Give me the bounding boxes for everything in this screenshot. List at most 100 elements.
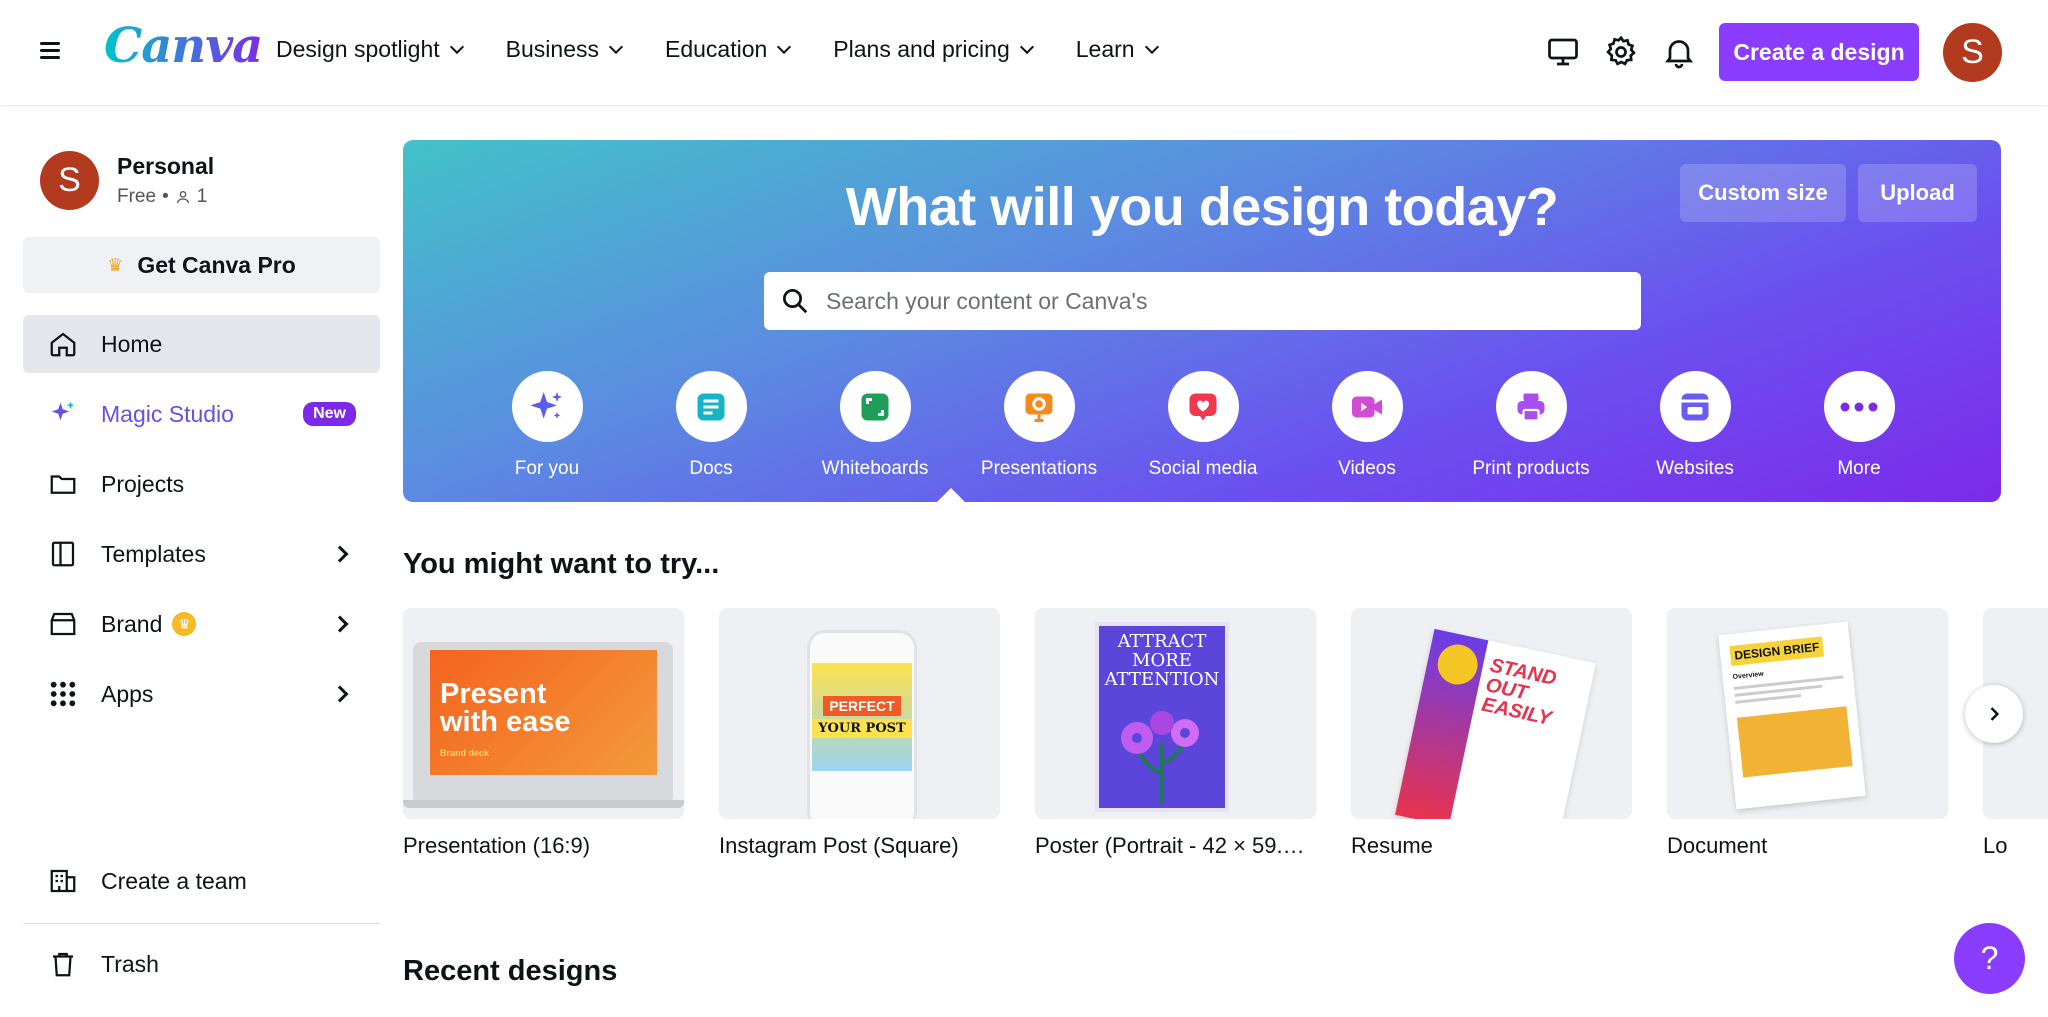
create-design-button[interactable]: Create a design: [1719, 23, 1919, 81]
trash-button[interactable]: Trash: [23, 935, 380, 993]
bell-icon[interactable]: [1661, 34, 1697, 70]
category-more[interactable]: More: [1789, 371, 1929, 480]
art-text: ATTRACT: [1117, 631, 1207, 652]
home-icon: [47, 328, 79, 360]
account-plan-info: Free • 1: [117, 186, 214, 208]
category-whiteboards[interactable]: Whiteboards: [805, 371, 945, 480]
sparkle-icon: [47, 398, 79, 430]
template-card-instagram-post[interactable]: PERFECT YOUR POST Instagram Post (Square…: [719, 608, 1000, 859]
sidebar-item-magic-studio[interactable]: Magic Studio New: [23, 385, 380, 443]
desktop-app-icon[interactable]: [1545, 34, 1581, 70]
category-label: Websites: [1656, 458, 1734, 479]
hero-banner: What will you design today? Custom size …: [403, 140, 2001, 502]
category-print-products[interactable]: Print products: [1461, 371, 1601, 480]
sparkle-icon: [511, 371, 583, 442]
art-text: Brand deck: [440, 748, 490, 758]
chevron-down-icon: [608, 39, 624, 54]
top-bar: Canva Design spotlight Business Educatio…: [0, 0, 2048, 105]
nav-business[interactable]: Business: [506, 36, 624, 63]
template-card-resume[interactable]: STAND OUT EASILY Resume: [1351, 608, 1632, 859]
chevron-down-icon: [1019, 39, 1034, 54]
sidebar-item-label: Templates: [101, 540, 206, 567]
more-icon: [1823, 371, 1895, 442]
category-label: Social media: [1148, 458, 1258, 479]
card-label: Instagram Post (Square): [719, 833, 959, 858]
chevron-down-icon: [449, 39, 464, 54]
sidebar-item-label: Projects: [101, 470, 185, 497]
sidebar-item-label: Apps: [101, 680, 154, 707]
search-input[interactable]: [826, 287, 1606, 315]
whiteboard-icon: [839, 371, 911, 442]
sidebar-item-label: Home: [101, 330, 163, 357]
card-thumbnail: ATTRACT MORE ATTENTION: [1035, 608, 1316, 819]
card-thumbnail: Present with ease Brand deck: [403, 608, 684, 819]
carousel-next-button[interactable]: [1965, 685, 2023, 743]
account-name: Personal: [117, 153, 215, 179]
nav-education[interactable]: Education: [665, 36, 792, 63]
search-bar: [764, 272, 1641, 330]
nav-learn[interactable]: Learn: [1075, 36, 1159, 63]
art-text: ATTENTION: [1104, 669, 1220, 690]
category-label: Videos: [1338, 458, 1396, 479]
chevron-down-icon: [1144, 39, 1159, 54]
nav-design-spotlight[interactable]: Design spotlight: [276, 36, 464, 63]
category-websites[interactable]: Websites: [1625, 371, 1765, 480]
create-team-label: Create a team: [101, 867, 247, 894]
trash-icon: [47, 948, 79, 980]
canva-logo[interactable]: Canva: [104, 18, 263, 74]
sidebar-item-projects[interactable]: Projects: [23, 455, 380, 513]
doc-icon: [675, 371, 747, 442]
art-text: DESIGN BRIEF: [1729, 636, 1825, 667]
template-card-poster[interactable]: ATTRACT MORE ATTENTION Poster (Portrait …: [1035, 608, 1316, 859]
category-docs[interactable]: Docs: [641, 371, 781, 480]
flower-illustration: [1121, 711, 1199, 803]
avatar[interactable]: S: [1943, 23, 2002, 82]
category-label: Presentations: [980, 458, 1098, 479]
chevron-down-icon: [777, 39, 792, 54]
sidebar-item-label: Brand: [101, 610, 163, 637]
website-icon: [1659, 371, 1731, 442]
account-switcher[interactable]: S Personal Free • 1: [40, 151, 214, 210]
card-label: Document: [1667, 833, 1768, 858]
video-icon: [1331, 371, 1403, 442]
settings-gear-icon[interactable]: [1603, 34, 1639, 70]
sidebar: S Personal Free • 1 ♛ Get Canva Pro Home…: [0, 105, 404, 1017]
card-label: Poster (Portrait - 42 × 59.4 cm): [1035, 833, 1316, 858]
template-card-document[interactable]: DESIGN BRIEF Overview Document: [1667, 608, 1948, 859]
category-presentations[interactable]: Presentations: [969, 371, 1109, 480]
help-button[interactable]: ?: [1954, 923, 2025, 994]
template-icon: [47, 538, 79, 570]
category-social-media[interactable]: Social media: [1133, 371, 1273, 480]
get-canva-pro-button[interactable]: ♛ Get Canva Pro: [23, 237, 380, 293]
menu-icon[interactable]: [38, 38, 66, 66]
person-icon: [176, 191, 189, 204]
chevron-right-icon: [331, 615, 349, 633]
brand-icon: [47, 608, 79, 640]
sidebar-item-home[interactable]: Home: [23, 315, 380, 373]
pro-label: Get Canva Pro: [137, 251, 296, 278]
sidebar-item-apps[interactable]: Apps: [23, 665, 380, 723]
sidebar-item-label: Magic Studio: [101, 400, 234, 427]
nav-plans-pricing[interactable]: Plans and pricing: [833, 36, 1034, 63]
sidebar-item-brand[interactable]: Brand ♛: [23, 595, 380, 653]
category-label: Whiteboards: [821, 458, 929, 479]
card-label: Presentation (16:9): [403, 833, 591, 858]
nav-label: Learn: [1075, 36, 1135, 62]
card-label: Resume: [1351, 833, 1433, 858]
custom-size-button[interactable]: Custom size: [1680, 164, 1846, 222]
category-videos[interactable]: Videos: [1297, 371, 1437, 480]
nav-label: Plans and pricing: [833, 36, 1010, 62]
team-icon: [47, 865, 79, 897]
separator-dot: •: [162, 186, 169, 207]
presentation-icon: [1003, 371, 1075, 442]
create-team-button[interactable]: Create a team: [23, 852, 380, 910]
art-text: with ease: [440, 706, 571, 738]
template-card-presentation[interactable]: Present with ease Brand deck Presentatio…: [403, 608, 684, 859]
category-for-you[interactable]: For you: [477, 371, 617, 480]
upload-button[interactable]: Upload: [1858, 164, 1977, 222]
art-text: YOUR POST: [812, 719, 912, 738]
nav-label: Design spotlight: [276, 36, 440, 62]
sidebar-item-templates[interactable]: Templates: [23, 525, 380, 583]
chevron-right-icon: [331, 545, 349, 563]
new-badge: New: [303, 402, 356, 426]
